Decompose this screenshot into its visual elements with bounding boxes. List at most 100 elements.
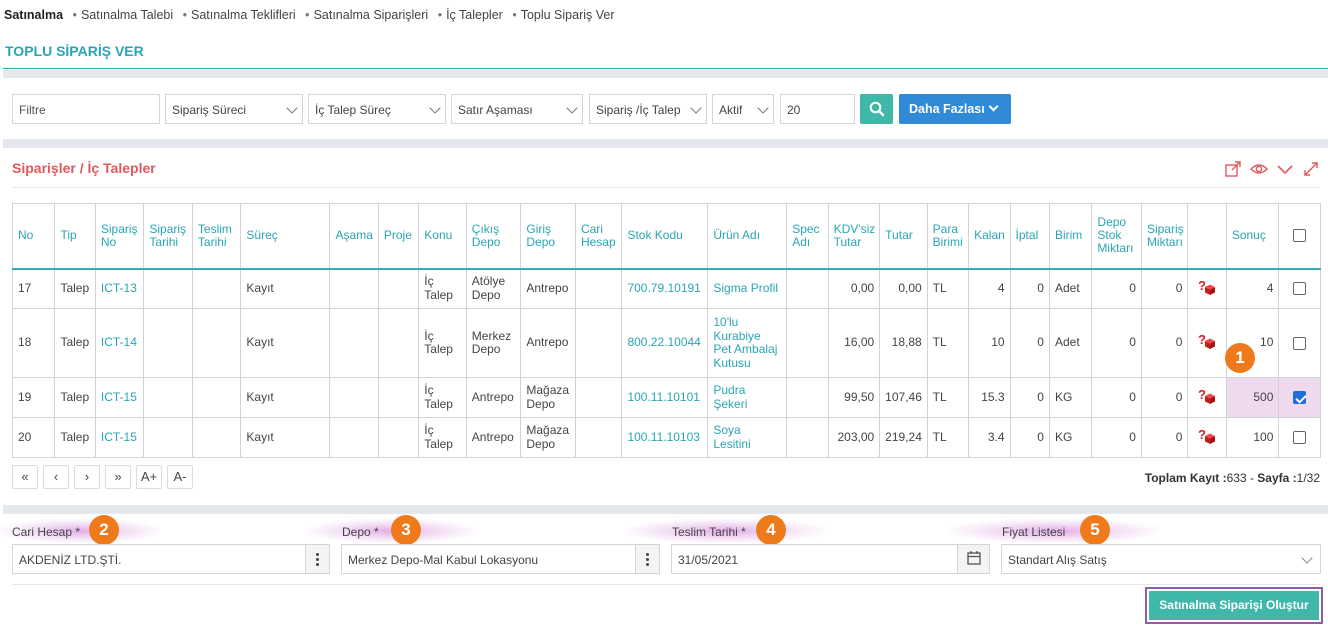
col-teslim-tarihi[interactable]: Teslim Tarihi xyxy=(191,203,242,269)
siparis-ic-talep-select[interactable]: Sipariş /İç Talep xyxy=(589,94,707,124)
stock-query-icon[interactable]: ? xyxy=(1197,278,1217,296)
cell-depo-stok: 0 xyxy=(1091,417,1142,458)
col-cari-hesap[interactable]: Cari Hesap xyxy=(574,203,623,269)
table-row[interactable]: 18 Talep ICT-14 Kayıt İç Talep Merkez De… xyxy=(11,308,1321,378)
col-giris-depo[interactable]: Giriş Depo xyxy=(520,203,576,269)
cell-stok-kodu-link[interactable]: 100.11.10101 xyxy=(621,377,709,418)
breadcrumb-satinalma-siparisleri[interactable]: Satınalma Siparişleri xyxy=(314,8,429,22)
teslim-tarihi-field[interactable]: 31/05/2021 xyxy=(671,544,990,574)
expand-icon[interactable] xyxy=(1302,160,1320,178)
cell-siparis-tarihi xyxy=(143,417,193,458)
cell-birim: KG xyxy=(1048,417,1093,458)
breadcrumb-ic-talepler[interactable]: İç Talepler xyxy=(446,8,503,22)
breadcrumb-satinalma-teklifleri[interactable]: Satınalma Teklifleri xyxy=(191,8,296,22)
cell-kalan: 15.3 xyxy=(968,377,1011,418)
col-tutar[interactable]: Tutar xyxy=(879,203,928,269)
cell-sonuc-input[interactable]: 500 xyxy=(1225,377,1280,418)
fiyat-listesi-select[interactable]: Standart Alış Satış xyxy=(1001,544,1321,574)
select-all-checkbox[interactable] xyxy=(1293,229,1307,243)
cell-siparis-no-link[interactable]: ICT-15 xyxy=(94,377,145,418)
table-row[interactable]: 19 Talep ICT-15 Kayıt İç Talep Antrepo M… xyxy=(11,377,1321,418)
col-urun-adi[interactable]: Ürün Adı xyxy=(707,203,788,269)
col-para-birimi[interactable]: Para Birimi xyxy=(926,203,970,269)
col-action xyxy=(1187,203,1227,269)
col-siparis-tarihi[interactable]: Sipariş Tarihi xyxy=(143,203,193,269)
cell-teslim-tarihi xyxy=(191,377,242,418)
next-page-button[interactable]: › xyxy=(74,465,100,489)
first-page-button[interactable]: « xyxy=(12,465,38,489)
cell-urun-adi-link[interactable]: Sigma Profil xyxy=(707,268,788,309)
collapse-icon[interactable] xyxy=(1276,160,1294,178)
prev-page-button[interactable]: ‹ xyxy=(43,465,69,489)
siparis-ic-talep-value: Sipariş /İç Talep xyxy=(596,103,681,117)
satir-asamasi-select[interactable]: Satır Aşaması xyxy=(451,94,583,124)
cell-sonuc-input[interactable]: 100 xyxy=(1225,417,1280,458)
cell-asama xyxy=(329,417,379,458)
row-checkbox[interactable] xyxy=(1293,391,1307,405)
cari-hesap-field[interactable]: AKDENİZ LTD.ŞTİ. xyxy=(12,544,330,574)
breadcrumb-satinalma-talebi[interactable]: Satınalma Talebi xyxy=(81,8,173,22)
more-vertical-icon[interactable] xyxy=(635,545,659,573)
col-sonuc[interactable]: Sonuç xyxy=(1225,203,1280,269)
last-page-button[interactable]: » xyxy=(105,465,131,489)
col-siparis-miktari[interactable]: Sipariş Miktarı xyxy=(1140,203,1189,269)
font-increase-button[interactable]: A+ xyxy=(136,465,162,489)
table-row[interactable]: 20 Talep ICT-15 Kayıt İç Talep Antrepo M… xyxy=(11,417,1321,458)
cell-urun-adi-link[interactable]: Soya Lesitini xyxy=(707,417,788,458)
row-checkbox[interactable] xyxy=(1293,282,1307,296)
cell-urun-adi-link[interactable]: Pudra Şekeri xyxy=(707,377,788,418)
stock-query-icon[interactable]: ? xyxy=(1197,332,1217,350)
cell-siparis-no-link[interactable]: ICT-15 xyxy=(94,417,145,458)
col-spec-adi[interactable]: Spec Adı xyxy=(786,203,829,269)
cell-konu: İç Talep xyxy=(418,377,467,418)
table-header-row: No Tip Sipariş No Sipariş Tarihi Teslim … xyxy=(11,203,1321,269)
col-surec[interactable]: Süreç xyxy=(240,203,331,269)
siparis-sureci-select[interactable]: Sipariş Süreci xyxy=(165,94,303,124)
cell-stok-kodu-link[interactable]: 700.79.10191 xyxy=(621,268,709,309)
col-tip[interactable]: Tip xyxy=(54,203,96,269)
more-vertical-icon[interactable] xyxy=(305,545,329,573)
search-button[interactable] xyxy=(860,94,893,124)
breadcrumb-toplu-siparis-ver[interactable]: Toplu Sipariş Ver xyxy=(521,8,615,22)
col-depo-stok-miktari[interactable]: Depo Stok Miktarı xyxy=(1091,203,1142,269)
cell-sonuc-input[interactable]: 4 xyxy=(1225,268,1280,309)
col-iptal[interactable]: İptal xyxy=(1009,203,1050,269)
table-row[interactable]: 17 Talep ICT-13 Kayıt İç Talep Atölye De… xyxy=(11,268,1321,309)
create-purchase-order-button[interactable]: Satınalma Siparişi Oluştur xyxy=(1149,591,1319,620)
eye-icon[interactable] xyxy=(1250,160,1268,178)
col-kalan[interactable]: Kalan xyxy=(968,203,1011,269)
row-checkbox[interactable] xyxy=(1293,431,1307,445)
export-icon[interactable] xyxy=(1224,160,1242,178)
cell-stok-kodu-link[interactable]: 800.22.10044 xyxy=(621,308,709,378)
col-birim[interactable]: Birim xyxy=(1048,203,1093,269)
cell-stok-kodu-link[interactable]: 100.11.10103 xyxy=(621,417,709,458)
cari-hesap-label: Cari Hesap * xyxy=(12,525,81,539)
cell-spec xyxy=(786,268,829,309)
cell-cari xyxy=(574,417,623,458)
row-checkbox[interactable] xyxy=(1293,336,1307,350)
svg-text:?: ? xyxy=(1198,332,1206,347)
filter-input[interactable]: Filtre xyxy=(12,94,160,124)
col-konu[interactable]: Konu xyxy=(418,203,467,269)
col-asama[interactable]: Aşama xyxy=(329,203,379,269)
record-count-input[interactable]: 20 xyxy=(780,94,855,124)
more-button[interactable]: Daha Fazlası xyxy=(899,94,1011,124)
col-cikis-depo[interactable]: Çıkış Depo xyxy=(465,203,522,269)
font-decrease-button[interactable]: A- xyxy=(167,465,193,489)
stock-query-icon[interactable]: ? xyxy=(1197,427,1217,445)
col-no[interactable]: No xyxy=(11,203,56,269)
stock-query-icon[interactable]: ? xyxy=(1197,387,1217,405)
aktif-select[interactable]: Aktif xyxy=(712,94,774,124)
col-proje[interactable]: Proje xyxy=(377,203,420,269)
cell-siparis-no-link[interactable]: ICT-14 xyxy=(94,308,145,378)
col-select-all[interactable] xyxy=(1278,203,1321,269)
col-stok-kodu[interactable]: Stok Kodu xyxy=(621,203,709,269)
cell-urun-adi-link[interactable]: 10'lu Kurabiye Pet Ambalaj Kutusu xyxy=(707,308,788,378)
depo-field[interactable]: Merkez Depo-Mal Kabul Lokasyonu xyxy=(341,544,660,574)
col-siparis-no[interactable]: Sipariş No xyxy=(94,203,145,269)
calendar-icon[interactable] xyxy=(957,545,989,573)
ic-talep-surec-select[interactable]: İç Talep Süreç xyxy=(308,94,446,124)
cell-siparis-no-link[interactable]: ICT-13 xyxy=(94,268,145,309)
breadcrumb-root[interactable]: Satınalma xyxy=(4,8,63,22)
col-kdvsiz-tutar[interactable]: KDV'siz Tutar xyxy=(827,203,881,269)
